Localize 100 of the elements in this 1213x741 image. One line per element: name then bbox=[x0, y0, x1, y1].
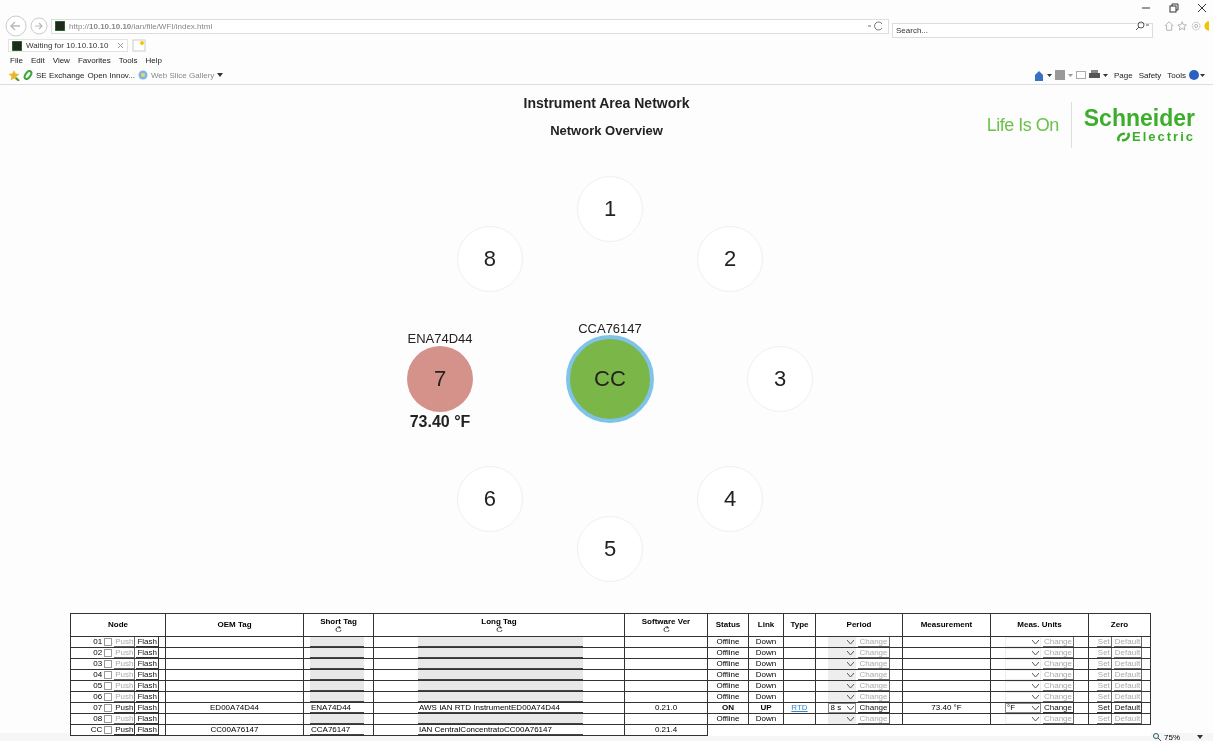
change-button[interactable]: Change bbox=[1043, 703, 1074, 713]
units-select[interactable] bbox=[1005, 681, 1041, 691]
short-tag-field[interactable] bbox=[310, 714, 364, 724]
long-tag-field[interactable]: IAN CentralConcentratoCC00A76147 bbox=[418, 725, 583, 735]
period-select[interactable] bbox=[828, 681, 857, 691]
short-tag-field[interactable]: ENA74D44 bbox=[310, 703, 364, 713]
home-icon[interactable] bbox=[1033, 69, 1044, 81]
period-select[interactable] bbox=[828, 692, 857, 702]
refresh-icon[interactable] bbox=[335, 626, 342, 632]
long-tag-field[interactable] bbox=[418, 692, 583, 702]
menu-item[interactable]: Favorites bbox=[77, 56, 111, 65]
push-button[interactable]: Push bbox=[114, 703, 136, 713]
dropdown-icon[interactable] bbox=[217, 73, 224, 77]
long-tag-field[interactable] bbox=[418, 659, 583, 669]
units-select[interactable] bbox=[1005, 670, 1041, 680]
flash-button[interactable]: Flash bbox=[136, 681, 159, 691]
short-tag-field[interactable] bbox=[310, 659, 364, 669]
browser-tab[interactable]: Waiting for 10.10.10.10 bbox=[8, 39, 128, 52]
period-select[interactable] bbox=[828, 670, 857, 680]
flash-button[interactable]: Flash bbox=[136, 648, 159, 658]
zoom-icon[interactable] bbox=[1153, 733, 1161, 741]
units-select[interactable]: °F bbox=[1005, 703, 1041, 713]
refresh-icon[interactable] bbox=[867, 21, 885, 31]
flash-button[interactable]: Flash bbox=[136, 725, 159, 735]
favorites-star-icon[interactable] bbox=[8, 69, 20, 81]
flash-button[interactable]: Flash bbox=[136, 703, 159, 713]
command-menu[interactable]: Page bbox=[1113, 70, 1133, 80]
node-circle[interactable]: 2 bbox=[697, 225, 764, 292]
checkbox[interactable] bbox=[104, 682, 113, 690]
flash-button[interactable]: Flash bbox=[136, 670, 159, 680]
units-select[interactable] bbox=[1005, 637, 1041, 647]
command-menu[interactable]: Safety bbox=[1138, 70, 1162, 80]
long-tag-field[interactable] bbox=[418, 648, 583, 658]
search-field[interactable]: Search... bbox=[892, 22, 1154, 38]
node-circle[interactable]: 3 bbox=[747, 346, 813, 412]
refresh-icon[interactable] bbox=[662, 626, 670, 632]
checkbox[interactable] bbox=[104, 726, 113, 734]
period-select[interactable] bbox=[828, 659, 857, 669]
checkbox[interactable] bbox=[104, 649, 113, 657]
star-icon[interactable] bbox=[1177, 20, 1188, 32]
print-icon[interactable] bbox=[1088, 70, 1100, 80]
short-tag-field[interactable] bbox=[310, 648, 364, 658]
units-select[interactable] bbox=[1005, 648, 1041, 658]
change-button[interactable]: Change bbox=[858, 703, 890, 713]
units-select[interactable] bbox=[1005, 692, 1041, 702]
node-circle[interactable]: 5 bbox=[577, 516, 643, 582]
node-circle[interactable]: 1 bbox=[577, 176, 643, 242]
flash-button[interactable]: Flash bbox=[136, 659, 159, 669]
close-icon[interactable] bbox=[1197, 3, 1207, 13]
units-select[interactable] bbox=[1005, 714, 1041, 724]
dropdown-icon[interactable] bbox=[1046, 73, 1052, 77]
dropdown-icon[interactable] bbox=[1102, 73, 1108, 77]
long-tag-field[interactable] bbox=[418, 637, 583, 647]
checkbox[interactable] bbox=[104, 660, 113, 668]
search-icon[interactable] bbox=[1134, 20, 1151, 31]
set-button[interactable]: Set bbox=[1096, 703, 1112, 713]
menu-item[interactable]: Edit bbox=[30, 56, 45, 65]
short-tag-field[interactable] bbox=[310, 670, 364, 680]
checkbox[interactable] bbox=[104, 693, 113, 701]
address-bar[interactable]: http://10.10.10.10/ian/file/WFI/index.html bbox=[51, 18, 889, 34]
period-select[interactable] bbox=[828, 637, 857, 647]
favorites-link[interactable]: Web Slice Gallery bbox=[150, 70, 215, 80]
help-icon[interactable] bbox=[1189, 70, 1205, 80]
node-circle[interactable]: 8 bbox=[456, 225, 523, 292]
favorites-link[interactable]: Open Innov... bbox=[87, 70, 135, 80]
short-tag-field[interactable] bbox=[310, 681, 364, 691]
menu-item[interactable]: File bbox=[10, 56, 23, 65]
concentrator-circle[interactable]: CC bbox=[566, 335, 654, 423]
restore-icon[interactable] bbox=[1169, 3, 1179, 13]
period-select[interactable] bbox=[828, 714, 857, 724]
node-circle[interactable]: 4 bbox=[697, 466, 764, 533]
long-tag-field[interactable] bbox=[418, 681, 583, 691]
zoom-level[interactable]: 75% bbox=[1164, 732, 1180, 741]
dropdown-icon[interactable] bbox=[1197, 735, 1203, 739]
units-select[interactable] bbox=[1005, 659, 1041, 669]
flash-button[interactable]: Flash bbox=[136, 714, 159, 724]
favorites-link[interactable]: SE Exchange bbox=[36, 70, 85, 80]
period-select[interactable] bbox=[828, 648, 857, 658]
refresh-icon[interactable] bbox=[495, 626, 503, 632]
flash-button[interactable]: Flash bbox=[136, 637, 159, 647]
default-button[interactable]: Default bbox=[1113, 703, 1143, 713]
node-circle[interactable]: 6 bbox=[456, 466, 523, 533]
menu-item[interactable]: Help bbox=[145, 56, 162, 65]
short-tag-field[interactable]: CCA76147 bbox=[310, 725, 364, 735]
short-tag-field[interactable] bbox=[310, 637, 364, 647]
period-select[interactable]: 8 s bbox=[828, 703, 857, 713]
node-circle[interactable]: 7 bbox=[407, 346, 473, 412]
long-tag-field[interactable] bbox=[418, 670, 583, 680]
long-tag-field[interactable]: AWS IAN RTD InstrumentED00A74D44 bbox=[418, 703, 583, 713]
menu-item[interactable]: View bbox=[52, 56, 70, 65]
menu-item[interactable]: Tools bbox=[118, 56, 138, 65]
short-tag-field[interactable] bbox=[310, 692, 364, 702]
push-button[interactable]: Push bbox=[114, 725, 136, 735]
flash-button[interactable]: Flash bbox=[136, 692, 159, 702]
checkbox[interactable] bbox=[104, 704, 113, 712]
checkbox[interactable] bbox=[104, 638, 113, 646]
command-menu[interactable]: Tools bbox=[1167, 70, 1186, 80]
checkbox[interactable] bbox=[104, 715, 113, 723]
long-tag-field[interactable] bbox=[418, 714, 583, 724]
checkbox[interactable] bbox=[104, 671, 113, 679]
